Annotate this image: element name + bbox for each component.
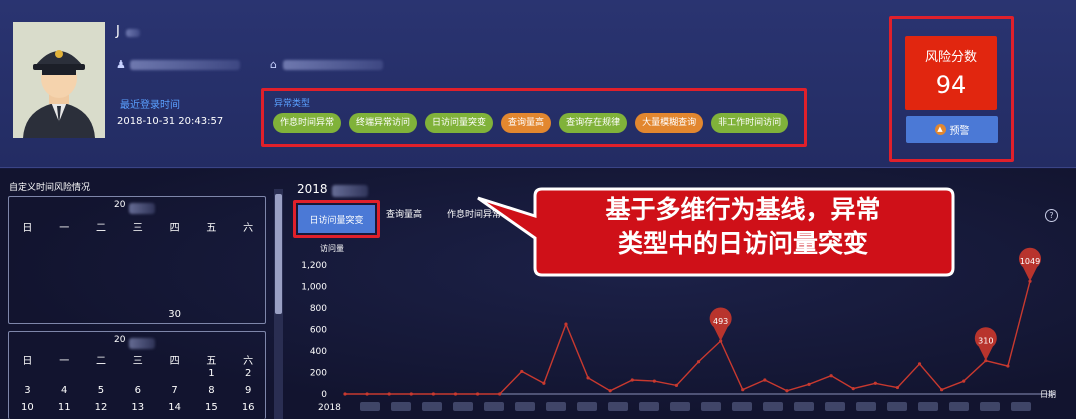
- data-point: [608, 389, 612, 393]
- y-tick-label: 0: [321, 390, 327, 400]
- x-tick-redacted: [360, 402, 380, 411]
- y-tick-label: 1,200: [301, 261, 327, 271]
- y-tick-label: 200: [310, 369, 327, 379]
- x-tick-redacted: [546, 402, 566, 411]
- y-axis-label: 访问量: [320, 243, 344, 253]
- data-point: [431, 392, 435, 396]
- data-point: [409, 392, 413, 396]
- data-point: [542, 381, 546, 385]
- x-tick-redacted: [794, 402, 814, 411]
- x-tick-label: 2018: [318, 403, 341, 413]
- x-tick-redacted: [577, 402, 597, 411]
- y-tick-label: 400: [310, 347, 327, 357]
- data-point: [1006, 364, 1010, 368]
- y-tick-label: 800: [310, 304, 327, 314]
- x-tick-redacted: [1011, 402, 1031, 411]
- callout-line-2: 类型中的日访问量突变: [617, 229, 868, 258]
- data-point: [829, 374, 833, 378]
- data-point: [520, 369, 524, 374]
- data-point: [763, 378, 767, 382]
- callout-line-1: 基于多维行为基线，异常: [605, 195, 881, 224]
- peak-marker-label: 1049: [1020, 257, 1040, 266]
- data-point: [564, 322, 568, 326]
- x-tick-redacted: [484, 402, 504, 411]
- peak-marker-label: 493: [713, 317, 728, 326]
- peak-marker-label: 310: [978, 337, 993, 346]
- data-point: [343, 392, 347, 396]
- data-point: [696, 360, 701, 364]
- annotation-callout: 基于多维行为基线，异常 类型中的日访问量突变: [470, 186, 956, 278]
- data-point: [498, 392, 502, 396]
- data-point: [873, 381, 877, 385]
- data-point: [895, 385, 900, 390]
- x-tick-redacted: [763, 402, 783, 411]
- data-point: [652, 379, 656, 383]
- data-point: [807, 382, 811, 386]
- x-tick-redacted: [608, 402, 628, 411]
- x-tick-redacted: [422, 402, 442, 411]
- x-tick-redacted: [701, 402, 721, 411]
- x-tick-redacted: [825, 402, 845, 411]
- x-tick-redacted: [515, 402, 535, 411]
- data-point: [475, 392, 480, 396]
- data-point: [851, 387, 855, 391]
- data-point: [940, 388, 944, 392]
- x-tick-redacted: [918, 402, 938, 411]
- data-point: [586, 376, 590, 380]
- x-tick-redacted: [856, 402, 876, 411]
- y-tick-label: 600: [310, 326, 327, 336]
- data-point: [741, 388, 745, 392]
- x-tick-redacted: [887, 402, 907, 411]
- x-tick-redacted: [949, 402, 969, 411]
- x-tick-redacted: [639, 402, 659, 411]
- data-point: [630, 378, 634, 382]
- x-tick-redacted: [453, 402, 473, 411]
- data-point: [962, 379, 966, 383]
- data-point: [453, 392, 458, 396]
- y-tick-label: 1,000: [301, 283, 327, 293]
- data-point: [785, 389, 789, 393]
- data-point: [917, 362, 922, 366]
- x-axis-label: 日期: [1040, 390, 1056, 399]
- x-tick-redacted: [980, 402, 1000, 411]
- x-tick-redacted: [391, 402, 411, 411]
- data-point: [387, 392, 391, 396]
- data-point: [674, 383, 679, 387]
- callout-text: 基于多维行为基线，异常 类型中的日访问量突变: [540, 193, 946, 261]
- data-point: [365, 392, 369, 396]
- x-tick-redacted: [670, 402, 690, 411]
- x-tick-redacted: [732, 402, 752, 411]
- access-volume-line: [345, 281, 1031, 395]
